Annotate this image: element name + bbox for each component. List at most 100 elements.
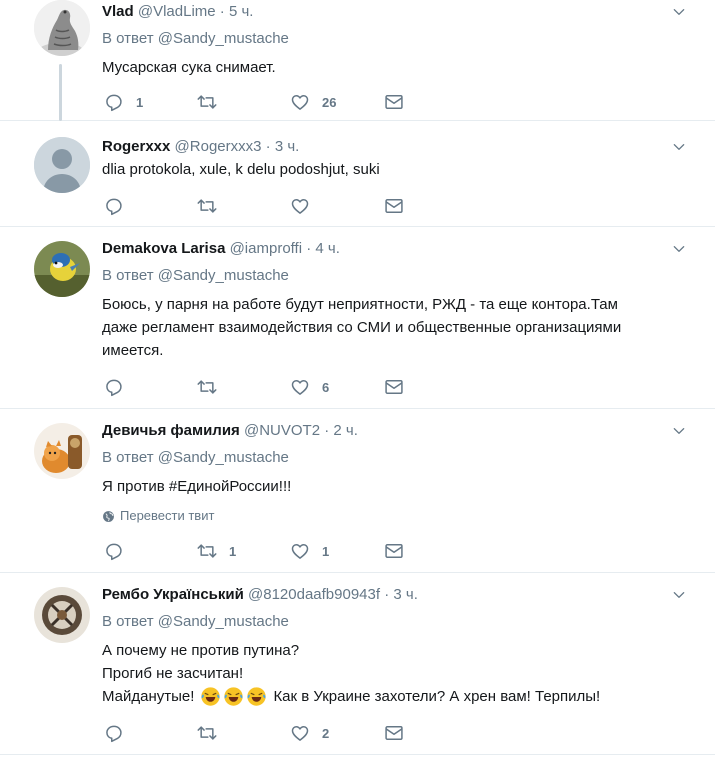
tweet-text: dlia protokola, xule, k delu podoshjut, … — [102, 158, 682, 181]
chevron-down-icon[interactable] — [671, 587, 687, 603]
retweet-button[interactable] — [197, 377, 217, 397]
direct-message-button[interactable] — [384, 723, 404, 743]
timestamp[interactable]: 5 ч. — [229, 3, 254, 20]
reply-prefix: В ответ — [102, 30, 154, 47]
envelope-icon — [384, 92, 404, 112]
like-button[interactable] — [290, 196, 310, 216]
like-count: 6 — [322, 379, 330, 395]
chevron-down-icon[interactable] — [671, 423, 687, 439]
tweet-header: Rogerxxx @Rogerxxx3 · 3 ч. — [102, 137, 299, 157]
timestamp[interactable]: 3 ч. — [275, 138, 300, 155]
tweet[interactable]: Девичья фамилия @NUVOT2 · 2 ч. В ответ @… — [0, 409, 715, 573]
direct-message-button[interactable] — [384, 541, 404, 561]
separator-dot: · — [306, 240, 312, 257]
heart-icon — [290, 196, 310, 216]
face-with-tears-of-joy-icon — [200, 686, 221, 707]
tweet[interactable]: Demakova Larisa @iamproffi · 4 ч. В отве… — [0, 227, 715, 409]
author-handle[interactable]: @NUVOT2 — [244, 422, 320, 439]
reply-prefix: В ответ — [102, 267, 154, 284]
tweet-text-line: Прогиб не засчитан! — [102, 665, 244, 682]
direct-message-button[interactable] — [384, 377, 404, 397]
tweet-text-line: dlia protokola, xule, k delu podoshjut, … — [102, 161, 380, 178]
reply-button[interactable] — [104, 723, 124, 743]
avatar[interactable] — [34, 137, 90, 193]
envelope-icon — [384, 377, 404, 397]
reply-context: В ответ @Sandy_mustache — [102, 448, 289, 468]
like-count: 26 — [322, 94, 337, 110]
tweet-text-fragment: Майданутые! — [102, 688, 195, 705]
reply-context: В ответ @Sandy_mustache — [102, 29, 289, 49]
reply-button[interactable]: 1 — [104, 92, 143, 112]
tweet-text-line: даже регламент взаимодействия со СМИ и о… — [102, 319, 622, 336]
tweet-header: Рембо Український @8120daafb90943f · 3 ч… — [102, 585, 418, 605]
retweet-icon — [197, 196, 217, 216]
reply-button[interactable] — [104, 377, 124, 397]
reply-prefix: В ответ — [102, 613, 154, 630]
tweet[interactable]: Рембо Український @8120daafb90943f · 3 ч… — [0, 573, 715, 755]
author-name[interactable]: Rogerxxx — [102, 138, 170, 155]
translate-link[interactable]: Перевести твит — [102, 508, 214, 524]
reply-prefix: В ответ — [102, 449, 154, 466]
tweet-text-line: Я против #ЕдинойРоссии!!! — [102, 478, 292, 495]
tweet-text-line: А почему не против путина? — [102, 642, 300, 659]
tweet-text: Мусарская сука снимает. — [102, 56, 682, 79]
like-button[interactable]: 6 — [290, 377, 329, 397]
direct-message-button[interactable] — [384, 196, 404, 216]
retweet-button[interactable]: 1 — [197, 541, 236, 561]
heart-icon — [290, 92, 310, 112]
chevron-down-icon[interactable] — [671, 241, 687, 257]
separator-dot: · — [219, 3, 225, 20]
like-count: 2 — [322, 725, 330, 741]
tweet[interactable]: Rogerxxx @Rogerxxx3 · 3 ч. dlia protokol… — [0, 121, 715, 227]
reply-mention[interactable]: @Sandy_mustache — [158, 613, 289, 630]
reply-mention[interactable]: @Sandy_mustache — [158, 267, 289, 284]
retweet-button[interactable] — [197, 723, 217, 743]
direct-message-button[interactable] — [384, 92, 404, 112]
tweet-text-line: Боюсь, у парня на работе будут неприятно… — [102, 296, 618, 313]
tweet-text-line: Мусарская сука снимает. — [102, 59, 276, 76]
retweet-icon — [197, 377, 217, 397]
timestamp[interactable]: 2 ч. — [333, 422, 358, 439]
separator-dot: · — [265, 138, 271, 155]
translate-label[interactable]: Перевести твит — [120, 508, 214, 524]
reply-button[interactable] — [104, 541, 124, 561]
tweet-header: Vlad @VladLime · 5 ч. — [102, 2, 253, 22]
author-name[interactable]: Vlad — [102, 3, 134, 20]
retweet-icon — [197, 92, 217, 112]
author-name[interactable]: Рембо Український — [102, 586, 244, 603]
retweet-button[interactable] — [197, 92, 229, 112]
like-button[interactable]: 2 — [290, 723, 329, 743]
timestamp[interactable]: 3 ч. — [393, 586, 418, 603]
tweet[interactable]: Vlad @VladLime · 5 ч. В ответ @Sandy_mus… — [0, 0, 715, 121]
avatar[interactable] — [34, 0, 90, 56]
author-handle[interactable]: @Rogerxxx3 — [175, 138, 262, 155]
chevron-down-icon[interactable] — [671, 139, 687, 155]
heart-icon — [290, 723, 310, 743]
retweet-icon — [197, 541, 217, 561]
separator-dot: · — [324, 422, 330, 439]
like-button[interactable]: 1 — [290, 541, 329, 561]
chevron-down-icon[interactable] — [671, 4, 687, 20]
author-handle[interactable]: @iamproffi — [230, 240, 302, 257]
tweet-text: Боюсь, у парня на работе будут неприятно… — [102, 293, 682, 362]
tweet-text-fragment: Как в Украине захотели? А хрен вам! Терп… — [273, 688, 601, 705]
avatar[interactable] — [34, 241, 90, 297]
reply-mention[interactable]: @Sandy_mustache — [158, 449, 289, 466]
thread-line — [59, 64, 62, 121]
face-with-tears-of-joy-icon — [246, 686, 267, 707]
author-name[interactable]: Demakova Larisa — [102, 240, 225, 257]
author-handle[interactable]: @8120daafb90943f — [248, 586, 380, 603]
timestamp[interactable]: 4 ч. — [315, 240, 340, 257]
author-handle[interactable]: @VladLime — [138, 3, 216, 20]
tweet-text-line: Майданутые! Как в Украине захотели? А хр… — [102, 685, 682, 708]
retweet-button[interactable] — [197, 196, 217, 216]
like-button[interactable]: 26 — [290, 92, 336, 112]
reply-context: В ответ @Sandy_mustache — [102, 266, 289, 286]
envelope-icon — [384, 196, 404, 216]
reply-button[interactable] — [104, 196, 124, 216]
avatar[interactable] — [34, 423, 90, 479]
reply-mention[interactable]: @Sandy_mustache — [158, 30, 289, 47]
reply-count: 1 — [136, 94, 144, 110]
avatar[interactable] — [34, 587, 90, 643]
author-name[interactable]: Девичья фамилия — [102, 422, 240, 439]
